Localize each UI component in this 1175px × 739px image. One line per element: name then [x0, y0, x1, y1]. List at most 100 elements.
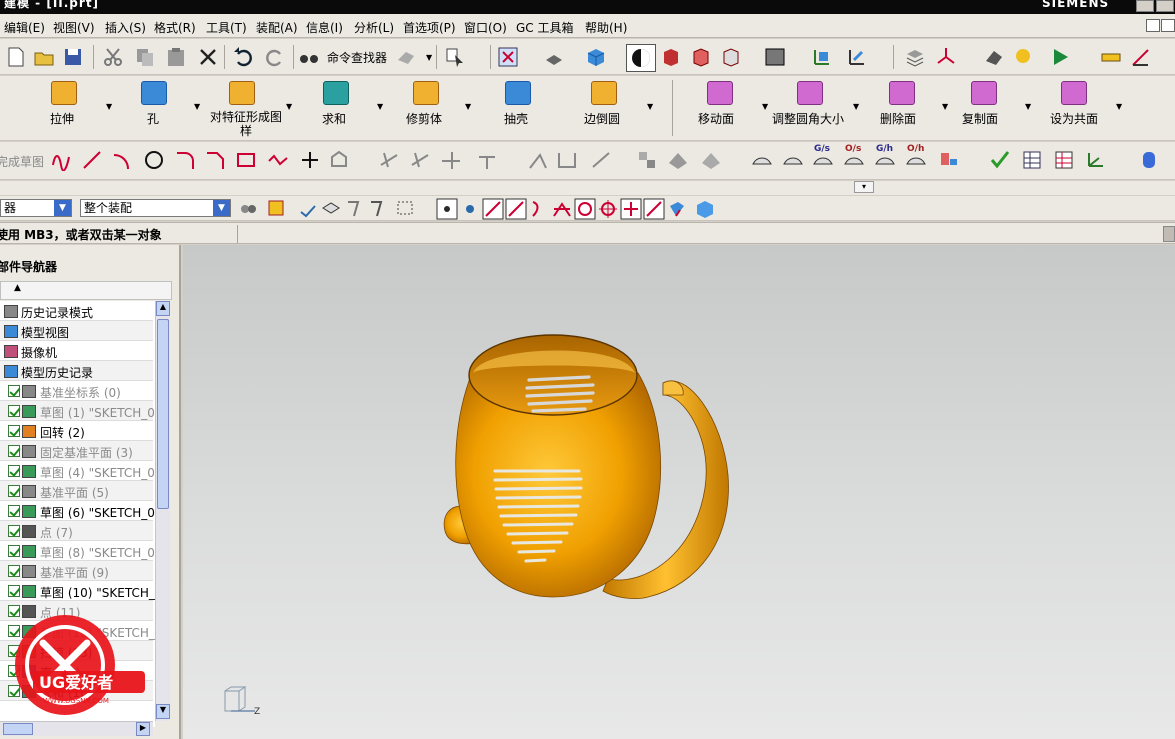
snap-intersection-icon[interactable] — [551, 198, 573, 220]
analyze-icon[interactable] — [1013, 46, 1035, 68]
cup-model[interactable] — [183, 245, 1175, 739]
snap-center-icon[interactable] — [574, 198, 596, 220]
delete-icon[interactable] — [197, 46, 219, 68]
snap-face-icon[interactable] — [666, 198, 688, 220]
visibility-checkbox[interactable] — [8, 405, 20, 417]
rect-select-icon[interactable] — [395, 198, 417, 220]
clip-section-icon[interactable] — [720, 46, 742, 68]
redo-icon[interactable] — [264, 46, 286, 68]
display-icon[interactable] — [938, 149, 960, 171]
dimension-icon[interactable] — [556, 149, 578, 171]
draft-angle-icon[interactable] — [1130, 46, 1152, 68]
navigator-column-header[interactable]: ▲ — [0, 281, 172, 300]
delete-face-dropdown-icon[interactable]: ▼ — [942, 102, 948, 111]
edge-blend-button[interactable]: 边倒圆 — [582, 78, 626, 136]
cue-scroll-icon[interactable] — [1163, 226, 1175, 242]
copy-face-button[interactable]: 复制面 — [960, 78, 1008, 136]
navigator-row[interactable]: 回转 (2) — [0, 421, 153, 441]
ruler-icon[interactable] — [1100, 46, 1122, 68]
mirror-curve-icon[interactable] — [476, 149, 498, 171]
type-filter-select[interactable]: 器 ▼ — [0, 199, 72, 217]
unite-button[interactable]: 求和 — [314, 78, 358, 136]
navigator-row[interactable]: 基准坐标系 (0) — [0, 381, 153, 401]
hole-dropdown-icon[interactable]: ▼ — [194, 102, 200, 111]
fit-view-icon[interactable] — [497, 46, 519, 68]
navigator-row[interactable]: 草图 (6) "SKETCH_0... — [0, 501, 155, 521]
make-coplanar-button[interactable]: 设为共面 — [1046, 78, 1102, 136]
measure-icon[interactable] — [983, 46, 1005, 68]
select-body-icon[interactable] — [320, 198, 342, 220]
fill-surface-icon[interactable] — [667, 149, 689, 171]
navigator-row[interactable]: 历史记录模式 — [0, 301, 153, 321]
sort-up-icon[interactable]: ▲ — [14, 283, 21, 293]
doc-restore-icon[interactable] — [1161, 19, 1175, 32]
fillet-icon[interactable] — [174, 149, 196, 171]
offset-curve-icon[interactable] — [328, 149, 350, 171]
navigator-row[interactable]: 点 (7) — [0, 521, 153, 541]
menu-analysis[interactable]: 分析(L) — [354, 19, 394, 36]
spreadsheet-icon[interactable] — [1021, 149, 1043, 171]
navigator-row[interactable]: 基准平面 (9) — [0, 561, 153, 581]
visibility-checkbox[interactable] — [8, 525, 20, 537]
copy-icon[interactable] — [134, 46, 156, 68]
doc-minimize-icon[interactable] — [1146, 19, 1160, 32]
visibility-checkbox[interactable] — [8, 565, 20, 577]
navigator-row[interactable]: 固定基准平面 (3) — [0, 441, 153, 461]
finish-sketch-label[interactable]: 完成草图 — [0, 153, 44, 170]
snap-point-icon[interactable] — [620, 198, 642, 220]
visibility-checkbox[interactable] — [8, 585, 20, 597]
navigator-row[interactable]: 草图 (1) "SKETCH_0... — [0, 401, 155, 421]
dropdown-arrow-icon[interactable]: ▼ — [426, 53, 432, 62]
pattern-dropdown-icon[interactable]: ▼ — [286, 102, 292, 111]
snap-quadrant-icon[interactable] — [597, 198, 619, 220]
navigator-row[interactable]: 草图 (4) "SKETCH_0... — [0, 461, 155, 481]
play-icon[interactable] — [1050, 46, 1072, 68]
surface-2-icon[interactable] — [782, 149, 804, 171]
constraint-icon[interactable] — [527, 149, 549, 171]
polygon-icon[interactable] — [267, 149, 289, 171]
navigator-row[interactable]: 模型历史记录 — [0, 361, 153, 381]
check-icon[interactable] — [989, 149, 1011, 171]
datum-icon[interactable] — [846, 46, 868, 68]
menu-format[interactable]: 格式(R) — [154, 19, 196, 36]
csys-icon[interactable] — [935, 46, 957, 68]
navigator-row[interactable]: 草图 (10) "SKETCH_... — [0, 581, 155, 601]
snap-endpoint-icon[interactable] — [436, 198, 458, 220]
navigator-row[interactable]: 模型视图 — [0, 321, 153, 341]
snap-tangent-icon[interactable] — [643, 198, 665, 220]
layer-icon[interactable] — [904, 46, 926, 68]
move-face-dropdown-icon[interactable]: ▼ — [762, 102, 768, 111]
table-icon[interactable] — [1053, 149, 1075, 171]
menu-edit[interactable]: 编辑(E) — [4, 19, 45, 36]
menu-view[interactable]: 视图(V) — [53, 19, 95, 36]
hole-button[interactable]: 孔 — [132, 78, 176, 136]
point-icon[interactable] — [299, 149, 321, 171]
visibility-checkbox[interactable] — [8, 465, 20, 477]
profile-icon[interactable] — [50, 149, 72, 171]
move-face-button[interactable]: 移动面 — [696, 78, 744, 136]
arc-icon[interactable] — [111, 149, 133, 171]
select-component-icon[interactable] — [366, 198, 388, 220]
section-view-icon[interactable] — [660, 46, 682, 68]
new-icon[interactable] — [5, 46, 27, 68]
visibility-checkbox[interactable] — [8, 385, 20, 397]
undo-icon[interactable] — [232, 46, 254, 68]
navigator-row[interactable]: 草图 (8) "SKETCH_0... — [0, 541, 155, 561]
menu-window[interactable]: 窗口(O) — [464, 19, 507, 36]
menu-assembly[interactable]: 装配(A) — [256, 19, 298, 36]
delete-face-button[interactable]: 删除面 — [878, 78, 926, 136]
sketch-settings-icon[interactable] — [636, 149, 658, 171]
visibility-checkbox[interactable] — [8, 485, 20, 497]
database-icon[interactable] — [1138, 149, 1160, 171]
assembly-filter-icon[interactable] — [237, 198, 259, 220]
axes-icon[interactable] — [1084, 149, 1106, 171]
binoculars-icon[interactable] — [298, 46, 320, 68]
snap-grid-icon[interactable] — [459, 198, 481, 220]
general-select-icon[interactable] — [266, 198, 288, 220]
wireframe-icon[interactable] — [690, 46, 712, 68]
line-icon[interactable] — [81, 149, 103, 171]
wcs-icon[interactable] — [811, 46, 833, 68]
snap-solid-icon[interactable] — [694, 198, 716, 220]
restore-button[interactable] — [1156, 0, 1174, 12]
navigator-row[interactable]: 摄像机 — [0, 341, 153, 361]
